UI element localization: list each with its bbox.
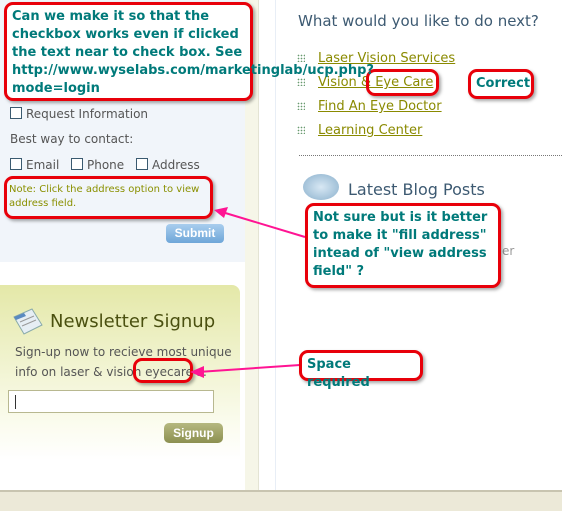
annotation-checkbox-note: Can we make it so that the checkbox work… bbox=[4, 2, 374, 101]
annotation-space-required: Space required bbox=[299, 350, 423, 390]
annotation-correct: Correct bbox=[468, 69, 534, 99]
annotation-address-note: Not sure but is it better to make it "fi… bbox=[305, 203, 501, 288]
